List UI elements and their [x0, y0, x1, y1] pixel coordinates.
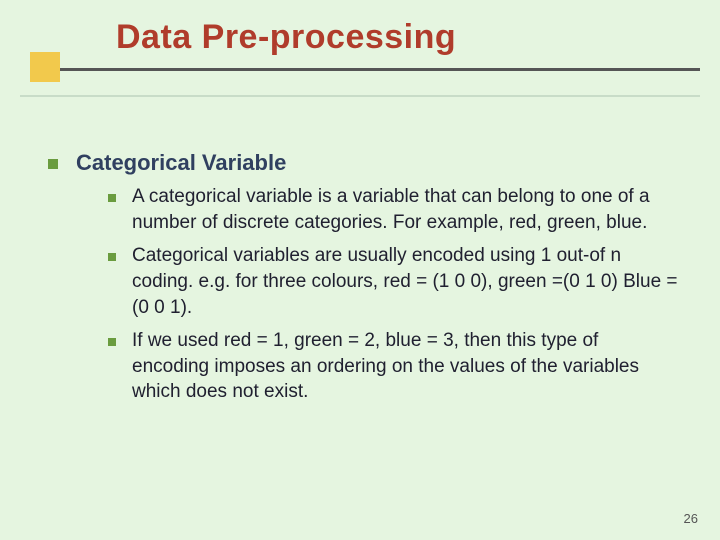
bullet-text: A categorical variable is a variable tha… — [132, 184, 680, 235]
square-bullet-icon — [108, 194, 116, 202]
page-number: 26 — [684, 511, 698, 526]
section-heading: Categorical Variable — [76, 150, 286, 176]
list-item: Categorical variables are usually encode… — [108, 243, 680, 320]
bullet-text: Categorical variables are usually encode… — [132, 243, 680, 320]
list-item: If we used red = 1, green = 2, blue = 3,… — [108, 328, 680, 405]
content-area: Categorical Variable A categorical varia… — [0, 98, 720, 405]
title-underline-dark — [40, 68, 700, 71]
heading-row: Categorical Variable — [48, 150, 690, 176]
square-bullet-icon — [48, 159, 58, 169]
square-bullet-icon — [108, 338, 116, 346]
bullet-text: If we used red = 1, green = 2, blue = 3,… — [132, 328, 680, 405]
square-bullet-icon — [108, 253, 116, 261]
slide-title: Data Pre-processing — [0, 18, 720, 57]
list-item: A categorical variable is a variable tha… — [108, 184, 680, 235]
title-underline-light — [20, 95, 700, 97]
sub-bullet-list: A categorical variable is a variable tha… — [48, 184, 690, 405]
title-bar: Data Pre-processing — [0, 0, 720, 98]
